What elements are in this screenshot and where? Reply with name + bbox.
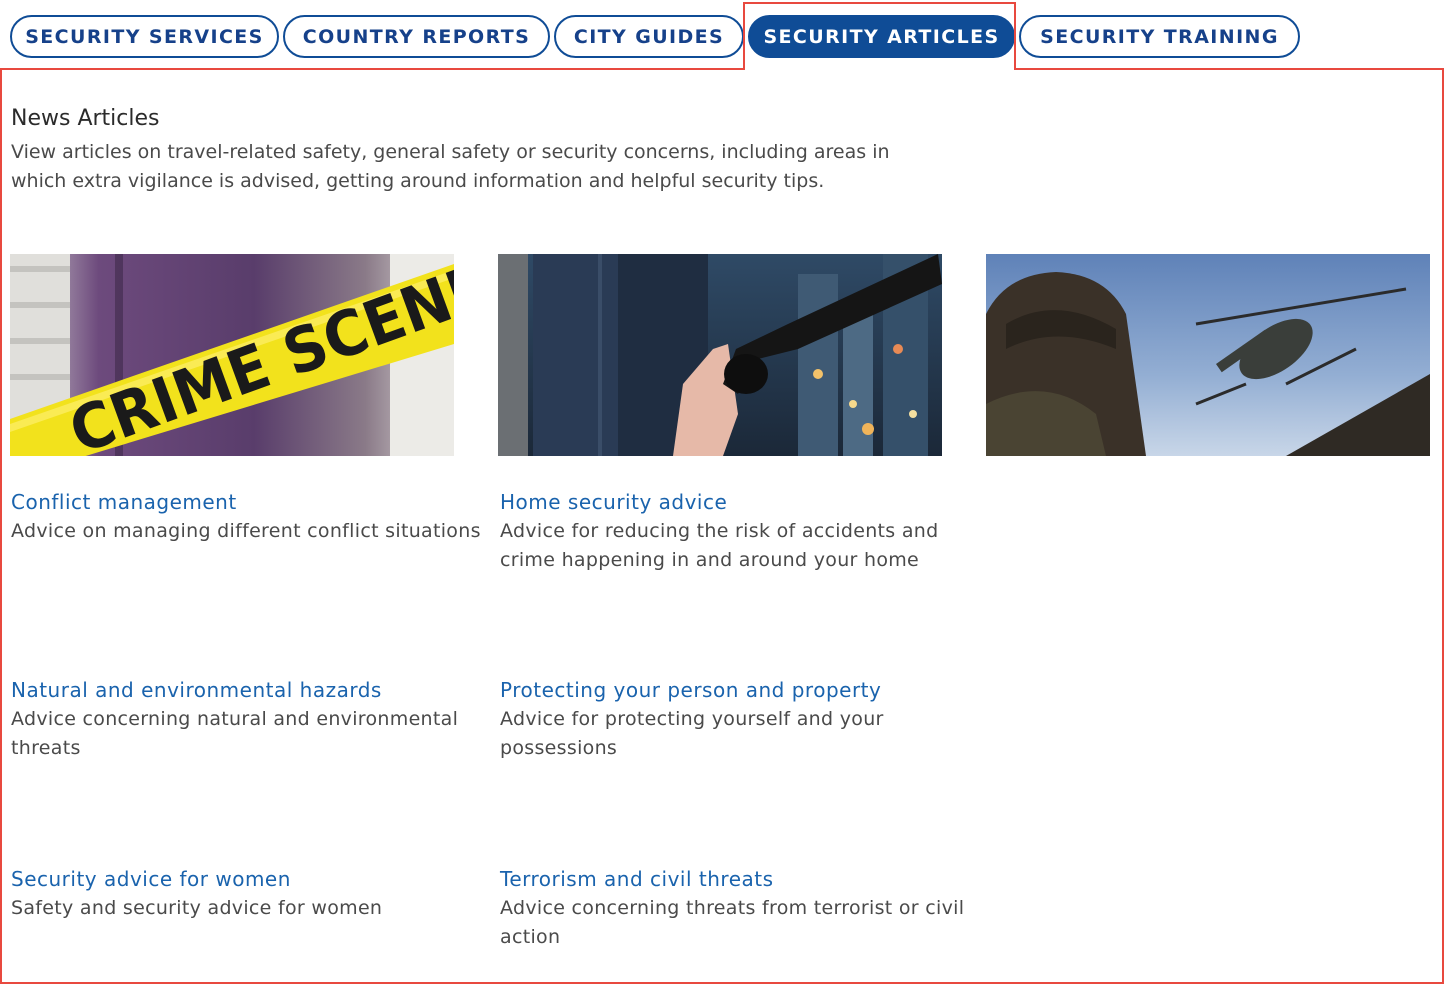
- tab-security-articles[interactable]: Security Articles: [748, 15, 1015, 58]
- article-link[interactable]: Terrorism and civil threats: [500, 865, 970, 894]
- article-link[interactable]: Natural and environmental hazards: [11, 676, 481, 705]
- article-description: Advice on managing different conflict si…: [11, 520, 481, 542]
- article-link[interactable]: Protecting your person and property: [500, 676, 970, 705]
- article-home-security-advice: Home security advice Advice for reducing…: [500, 488, 970, 575]
- page-title: News Articles: [11, 106, 160, 131]
- tab-security-training[interactable]: Security Training: [1019, 15, 1300, 58]
- article-description: Advice concerning natural and environmen…: [11, 708, 459, 759]
- panel-tab-joint: [745, 68, 1014, 70]
- crime-scene-image[interactable]: CRIME SCENE: [10, 254, 454, 456]
- article-description: Advice concerning threats from terrorist…: [500, 897, 965, 948]
- tab-bar: Security Services Country Reports City G…: [0, 0, 1444, 70]
- article-description: Advice for reducing the risk of accident…: [500, 520, 939, 571]
- page-description: View articles on travel-related safety, …: [11, 141, 890, 192]
- tab-security-services[interactable]: Security Services: [10, 15, 279, 58]
- article-natural-environmental-hazards: Natural and environmental hazards Advice…: [11, 676, 481, 763]
- article-link[interactable]: Home security advice: [500, 488, 970, 517]
- article-link[interactable]: Conflict management: [11, 488, 481, 517]
- home-security-image[interactable]: [498, 254, 942, 456]
- article-description: Advice for protecting yourself and your …: [500, 708, 884, 759]
- article-terrorism-civil-threats: Terrorism and civil threats Advice conce…: [500, 865, 970, 952]
- article-security-advice-women: Security advice for women Safety and sec…: [11, 865, 481, 923]
- article-description: Safety and security advice for women: [11, 897, 383, 919]
- helicopter-image[interactable]: [986, 254, 1430, 456]
- article-protecting-person-property: Protecting your person and property Advi…: [500, 676, 970, 763]
- tab-country-reports[interactable]: Country Reports: [283, 15, 550, 58]
- article-conflict-management: Conflict management Advice on managing d…: [11, 488, 481, 546]
- tab-city-guides[interactable]: City Guides: [554, 15, 744, 58]
- article-link[interactable]: Security advice for women: [11, 865, 481, 894]
